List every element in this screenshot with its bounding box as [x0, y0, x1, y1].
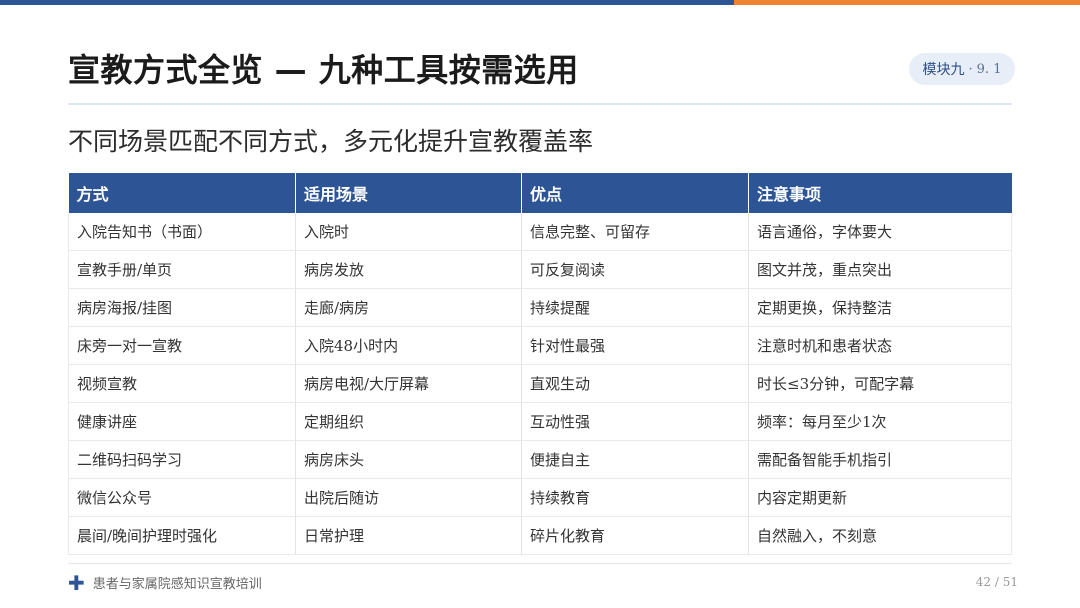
footer-course-title: 患者与家属院感知识宣教培训	[92, 577, 262, 592]
cell-advantage: 碎片化教育	[521, 516, 749, 555]
cell-mode: 入院告知书（书面）	[68, 213, 296, 251]
cell-mode: 床旁一对一宣教	[68, 326, 296, 365]
module-badge-separator: ·	[968, 61, 973, 77]
top-accent-orange	[734, 0, 1080, 5]
cell-mode: 健康讲座	[68, 402, 296, 441]
cell-scenario: 病房发放	[295, 250, 522, 289]
module-badge: 模块九 · 9. 1	[909, 53, 1015, 85]
cell-notes: 定期更换，保持整洁	[748, 288, 1012, 327]
footer-course: ✚ 患者与家属院感知识宣教培训	[68, 570, 262, 595]
cell-advantage: 直观生动	[521, 364, 749, 403]
cell-notes: 图文并茂，重点突出	[748, 250, 1012, 289]
header-scenario: 适用场景	[295, 173, 522, 213]
cell-scenario: 定期组织	[295, 402, 522, 441]
cell-advantage: 可反复阅读	[521, 250, 749, 289]
education-modes-table: 方式 适用场景 优点 注意事项 入院告知书（书面） 入院时 信息完整、可留存 语…	[68, 173, 1012, 555]
table-row: 视频宣教 病房电视/大厅屏幕 直观生动 时长≤3分钟，可配字幕	[68, 364, 1012, 403]
cell-notes: 需配备智能手机指引	[748, 440, 1012, 479]
cell-notes: 频率：每月至少1次	[748, 402, 1012, 441]
table-row: 宣教手册/单页 病房发放 可反复阅读 图文并茂，重点突出	[68, 250, 1012, 289]
cell-notes: 自然融入，不刻意	[748, 516, 1012, 555]
cell-scenario: 日常护理	[295, 516, 522, 555]
top-accent-bar	[0, 0, 1080, 5]
cell-advantage: 持续提醒	[521, 288, 749, 327]
cell-scenario: 入院48小时内	[295, 326, 522, 365]
cell-mode: 病房海报/挂图	[68, 288, 296, 327]
cell-advantage: 便捷自主	[521, 440, 749, 479]
cell-advantage: 信息完整、可留存	[521, 213, 749, 251]
cell-mode: 微信公众号	[68, 478, 296, 517]
cell-scenario: 病房电视/大厅屏幕	[295, 364, 522, 403]
cell-mode: 晨间/晚间护理时强化	[68, 516, 296, 555]
footer-divider	[68, 563, 1012, 564]
table-header-row: 方式 适用场景 优点 注意事项	[68, 173, 1012, 213]
module-badge-label: 模块九	[922, 62, 965, 78]
table-row: 二维码扫码学习 病房床头 便捷自主 需配备智能手机指引	[68, 440, 1012, 479]
cell-advantage: 针对性最强	[521, 326, 749, 365]
table-row: 病房海报/挂图 走廊/病房 持续提醒 定期更换，保持整洁	[68, 288, 1012, 327]
cell-scenario: 入院时	[295, 213, 522, 251]
header-advantage: 优点	[521, 173, 749, 213]
cell-scenario: 出院后随访	[295, 478, 522, 517]
cell-advantage: 互动性强	[521, 402, 749, 441]
cell-notes: 内容定期更新	[748, 478, 1012, 517]
top-accent-blue	[0, 0, 734, 5]
table-row: 晨间/晚间护理时强化 日常护理 碎片化教育 自然融入，不刻意	[68, 516, 1012, 555]
cell-mode: 视频宣教	[68, 364, 296, 403]
cell-mode: 宣教手册/单页	[68, 250, 296, 289]
header-notes: 注意事项	[748, 173, 1012, 213]
table-row: 入院告知书（书面） 入院时 信息完整、可留存 语言通俗，字体要大	[68, 213, 1012, 251]
table-row: 健康讲座 定期组织 互动性强 频率：每月至少1次	[68, 402, 1012, 441]
subtitle: 不同场景匹配不同方式，多元化提升宣教覆盖率	[68, 127, 594, 156]
cell-notes: 注意时机和患者状态	[748, 326, 1012, 365]
cell-scenario: 病房床头	[295, 440, 522, 479]
table-row: 床旁一对一宣教 入院48小时内 针对性最强 注意时机和患者状态	[68, 326, 1012, 365]
plus-icon: ✚	[68, 570, 85, 595]
page-number: 42 / 51	[975, 575, 1018, 589]
table-row: 微信公众号 出院后随访 持续教育 内容定期更新	[68, 478, 1012, 517]
cell-notes: 时长≤3分钟，可配字幕	[748, 364, 1012, 403]
header-mode: 方式	[68, 173, 296, 213]
cell-notes: 语言通俗，字体要大	[748, 213, 1012, 251]
title-divider	[68, 103, 1012, 105]
module-badge-number: 9. 1	[976, 61, 1002, 77]
cell-advantage: 持续教育	[521, 478, 749, 517]
cell-mode: 二维码扫码学习	[68, 440, 296, 479]
cell-scenario: 走廊/病房	[295, 288, 522, 327]
page-title: 宣教方式全览 — 九种工具按需选用	[68, 51, 579, 89]
